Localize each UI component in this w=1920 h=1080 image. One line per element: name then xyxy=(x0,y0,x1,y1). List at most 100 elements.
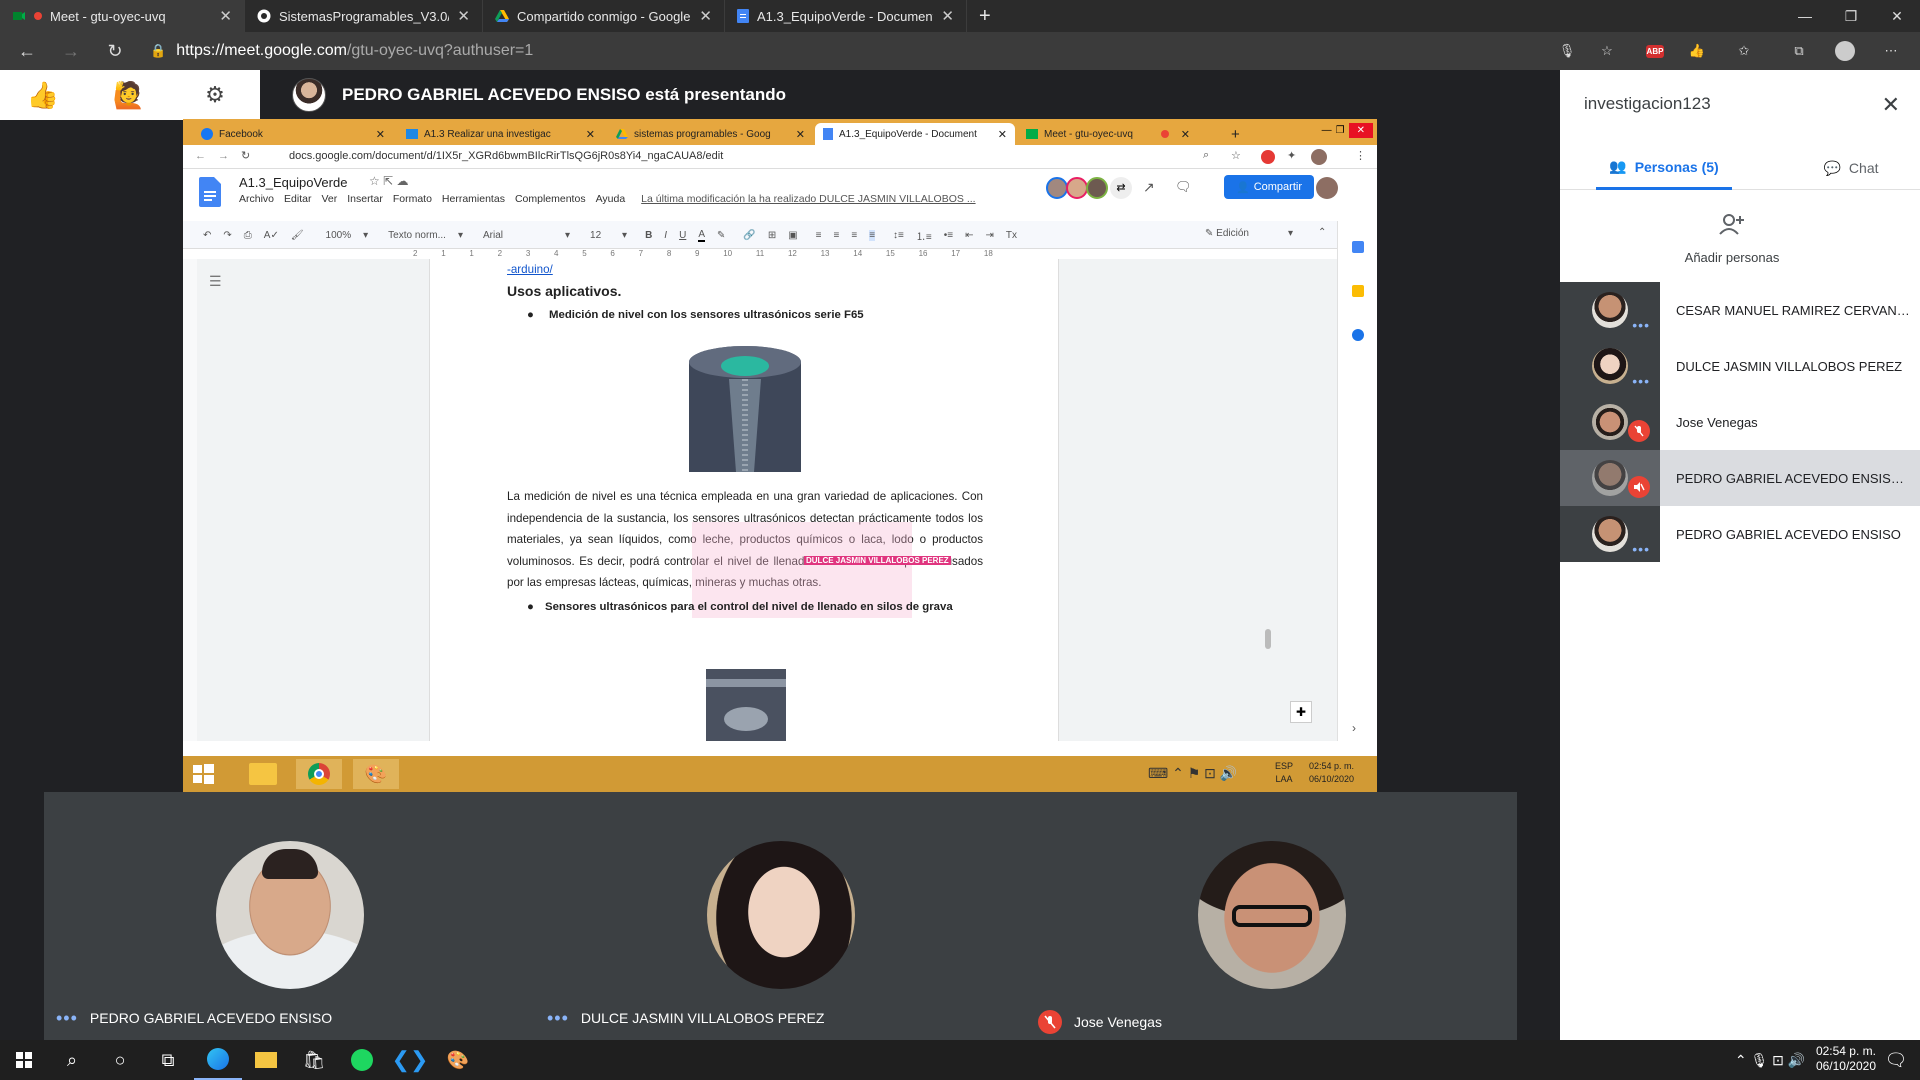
person-thumb: ••• xyxy=(1560,338,1660,394)
profile-avatar xyxy=(1311,149,1327,165)
mic-blocked-icon[interactable]: 🎙 xyxy=(1556,40,1578,62)
tab-chat-label: Chat xyxy=(1848,160,1879,176)
participant-tile[interactable]: Jose Venegas xyxy=(1026,792,1517,1040)
avatar xyxy=(1592,348,1628,384)
profile-avatar[interactable] xyxy=(1834,40,1856,62)
task-view-icon[interactable]: ⧉ xyxy=(144,1040,192,1080)
collections-icon[interactable]: ⧉ xyxy=(1788,40,1810,62)
restore-icon[interactable]: ❐ xyxy=(1828,0,1874,32)
doc-canvas: ☰ -arduino/ Usos aplicativos. ● Medición… xyxy=(183,259,1337,741)
shared-screen: Facebook ✕ A1.3 Realizar una investigac ✕ … xyxy=(183,119,1377,792)
close-icon[interactable]: ✕ xyxy=(457,7,470,25)
close-window-icon[interactable]: ✕ xyxy=(1874,0,1920,32)
meet-icon xyxy=(1026,129,1038,139)
participant-tile[interactable]: ••• PEDRO GABRIEL ACEVEDO ENSISO xyxy=(44,792,535,1040)
vscode-icon[interactable]: ❮❯ xyxy=(386,1040,434,1080)
close-icon[interactable]: ✕ xyxy=(941,7,954,25)
collaborator-cursor-label: DULCE JASMIN VILLALOBOS PEREZ xyxy=(804,556,951,565)
person-name: Jose Venegas xyxy=(1676,414,1758,430)
extension-icon xyxy=(1261,150,1275,164)
back-arrow-icon[interactable]: ← xyxy=(14,38,40,64)
close-icon[interactable]: ✕ xyxy=(699,7,712,25)
talking-indicator-icon: ••• xyxy=(547,1008,569,1028)
clock[interactable]: 02:54 p. m. 06/10/2020 xyxy=(1816,1044,1876,1074)
person-thumb: ••• xyxy=(1560,282,1660,338)
cortana-icon[interactable]: ○ xyxy=(96,1040,144,1080)
drive-icon xyxy=(616,128,628,140)
inner-lang: ESP LAA xyxy=(1275,760,1293,786)
people-list-item[interactable]: Jose Venegas xyxy=(1560,394,1920,450)
adblock-icon[interactable]: ABP xyxy=(1644,40,1666,62)
tab-label: Meet - gtu-oyec-uvq xyxy=(1044,128,1133,140)
avatar xyxy=(1592,516,1628,552)
tab-people[interactable]: 👥 Personas (5) xyxy=(1596,146,1732,190)
people-list-item[interactable]: ••• PEDRO GABRIEL ACEVEDO ENSISO xyxy=(1560,506,1920,562)
tab-label: Meet - gtu-oyec-uvq xyxy=(50,8,166,24)
shared-new-tab-icon: + xyxy=(1231,125,1240,143)
person-thumb xyxy=(1560,394,1660,450)
minimize-icon[interactable]: — xyxy=(1782,0,1828,32)
favorites-icon[interactable]: ✩ xyxy=(1733,40,1755,62)
shared-tab-classroom: A1.3 Realizar una investigac ✕ xyxy=(398,123,603,145)
people-list-item[interactable]: PEDRO GABRIEL ACEVEDO ENSISO (p... xyxy=(1560,450,1920,506)
forward-arrow-icon[interactable]: → xyxy=(58,38,84,64)
browser-tab-meet[interactable]: Meet - gtu-oyec-uvq ✕ xyxy=(0,0,245,32)
tab-chat[interactable]: 💬 Chat xyxy=(1796,146,1906,190)
doc-scrollbar xyxy=(1265,629,1271,649)
inner-clock: 02:54 p. m. 06/10/2020 xyxy=(1309,760,1354,786)
ruler-tick: 8 xyxy=(666,249,672,258)
forward-arrow-icon: → xyxy=(218,150,229,162)
star-icon[interactable]: ☆ xyxy=(1596,40,1618,62)
tab-label: sistemas programables - Goog xyxy=(634,128,771,140)
new-tab-button[interactable]: + xyxy=(967,0,1007,32)
ruler-tick: 18 xyxy=(983,249,993,258)
shared-address-bar: ← → ↻ docs.google.com/document/d/1IX5r_X… xyxy=(183,145,1377,169)
people-list-item[interactable]: ••• CESAR MANUEL RAMIREZ CERVANT... xyxy=(1560,282,1920,338)
store-icon[interactable]: 🛍 xyxy=(290,1040,338,1080)
ruler-tick: 7 xyxy=(638,249,644,258)
more-menu-icon[interactable]: ⋯ xyxy=(1880,40,1902,62)
close-icon[interactable]: ✕ xyxy=(1882,92,1900,118)
tab-label: A1.3_EquipoVerde - Documento xyxy=(757,8,934,24)
spotify-icon[interactable] xyxy=(338,1040,386,1080)
align-center-icon: ≡ xyxy=(833,230,840,241)
style-select: Texto norm... xyxy=(388,230,446,241)
participant-tile[interactable]: ••• DULCE JASMIN VILLALOBOS PEREZ xyxy=(535,792,1026,1040)
bullet-dot: ● xyxy=(527,601,534,613)
ruler-tick: 4 xyxy=(554,249,559,258)
search-icon[interactable]: ⌕ xyxy=(48,1040,96,1080)
presenting-text: PEDRO GABRIEL ACEVEDO ENSISO está presen… xyxy=(342,85,786,104)
shared-tab-drive: sistemas programables - Goog ✕ xyxy=(608,123,813,145)
browser-tab-github[interactable]: SistemasProgramables_V3.0/C1. ✕ xyxy=(245,0,483,32)
paint-icon[interactable]: 🎨 xyxy=(434,1040,482,1080)
mic-off-icon xyxy=(1038,1010,1062,1034)
ruler-tick: 14 xyxy=(853,249,863,258)
windows-start-icon[interactable] xyxy=(0,1040,48,1080)
browser-tab-docs[interactable]: A1.3_EquipoVerde - Documento ✕ xyxy=(725,0,967,32)
presenting-banner: PEDRO GABRIEL ACEVEDO ENSISO está presen… xyxy=(292,78,786,112)
raise-hand-icon[interactable]: 🙋 xyxy=(86,80,172,111)
reload-icon[interactable]: ↻ xyxy=(102,38,128,64)
browser-tab-drive[interactable]: Compartido conmigo - Google D ✕ xyxy=(483,0,725,32)
numbered-list-icon: ⒈≡ xyxy=(915,232,932,243)
edge-icon[interactable] xyxy=(194,1040,242,1080)
thumbs-extension-icon[interactable]: 👍 xyxy=(1686,40,1708,62)
notifications-icon[interactable]: 🗨 xyxy=(1872,1040,1920,1080)
participant-name: ••• PEDRO GABRIEL ACEVEDO ENSISO xyxy=(56,1009,332,1027)
settings-gear-icon[interactable]: ⚙ xyxy=(172,82,258,108)
file-explorer-icon[interactable] xyxy=(242,1040,290,1080)
close-icon: ✕ xyxy=(1180,128,1190,141)
comment-add-icon: ⊞ xyxy=(767,230,777,241)
thumbs-up-icon[interactable]: 👍 xyxy=(0,80,86,111)
more-users-icon: ⇄ xyxy=(1110,177,1132,199)
undo-icon: ↶ xyxy=(203,230,212,241)
classroom-icon xyxy=(406,129,418,139)
people-panel: investigacion123 ✕ 👥 Personas (5) 💬 Chat A… xyxy=(1560,70,1920,1040)
date-text: 06/10/2020 xyxy=(1815,1059,1876,1073)
people-list-item[interactable]: ••• DULCE JASMIN VILLALOBOS PEREZ xyxy=(1560,338,1920,394)
doc-paragraph: La medición de nivel es una técnica empl… xyxy=(507,490,983,590)
close-icon[interactable]: ✕ xyxy=(219,7,232,25)
add-people-button[interactable]: Añadir personas xyxy=(1672,204,1792,265)
chevron-down-icon: ▾ xyxy=(1288,228,1294,239)
url-field[interactable]: 🔒 https://meet.google.com/gtu-oyec-uvq?a… xyxy=(150,39,533,63)
